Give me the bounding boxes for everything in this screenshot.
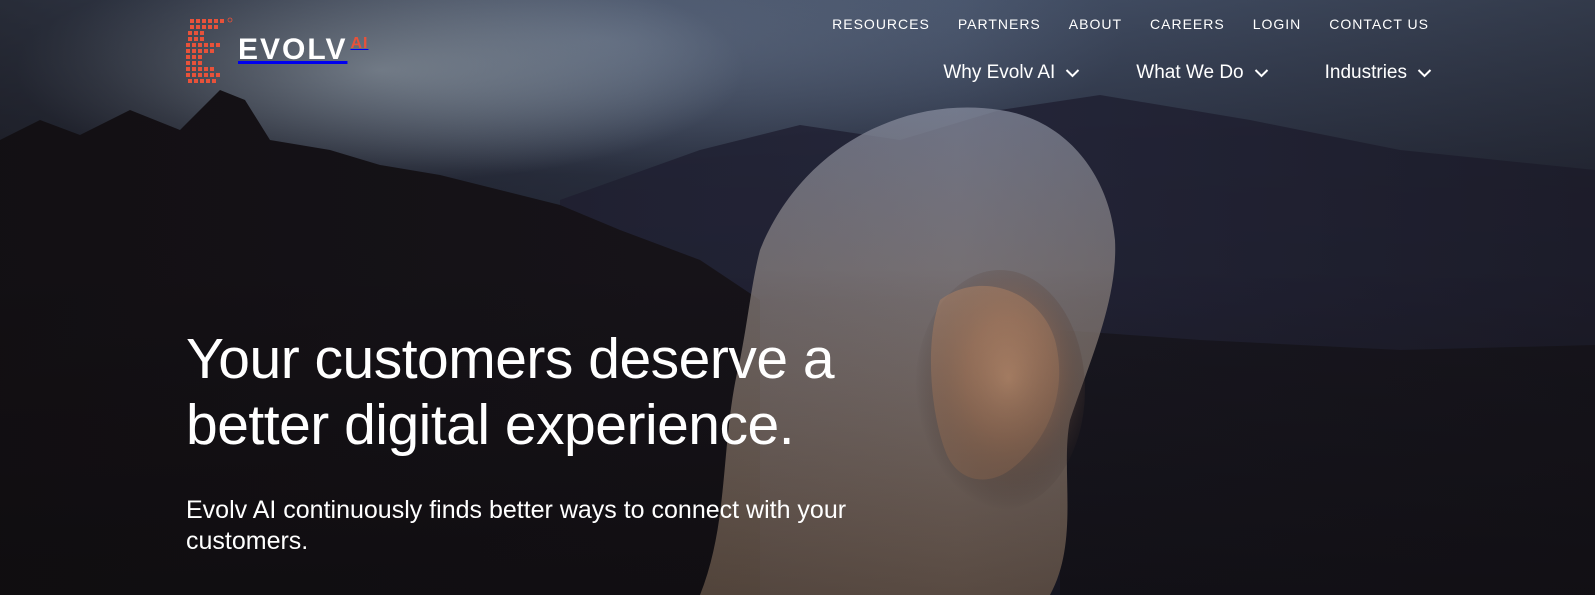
main-nav: Why Evolv AI What We Do Industries [943,62,1432,84]
nav-resources-link[interactable]: RESOURCES [832,16,930,32]
hero-subheadline-line-2: customers. [186,527,309,555]
nav-partners-link[interactable]: PARTNERS [958,16,1041,32]
nav-industries-dropdown[interactable]: Industries [1325,62,1432,84]
nav-about-link[interactable]: ABOUT [1069,16,1122,32]
hero-headline: Your customers deserve a better digital … [186,326,886,458]
chevron-down-icon [1066,69,1080,78]
nav-contact-us-link[interactable]: CONTACT US [1329,16,1429,32]
utility-nav: RESOURCES PARTNERS ABOUT CAREERS LOGIN C… [832,16,1429,32]
logo-wordmark: EVOLV AI [238,33,368,67]
hero-headline-line-2: better digital experience. [186,393,795,457]
evolv-logo-icon [186,17,233,83]
hero-subheadline-line-1: Evolv AI continuously finds better ways … [186,496,847,524]
nav-industries-label: Industries [1324,62,1407,83]
hero-section: EVOLV AI RESOURCES PARTNERS ABOUT CAREER… [0,0,1595,595]
nav-login-link[interactable]: LOGIN [1253,16,1302,32]
brand-logo[interactable]: EVOLV AI [186,16,368,86]
nav-why-evolv-ai-label: Why Evolv AI [943,62,1056,83]
chevron-down-icon [1254,69,1268,78]
nav-what-we-do-dropdown[interactable]: What We Do [1136,62,1268,84]
chevron-down-icon [1417,69,1432,78]
logo-text: EVOLV [238,33,348,66]
hero-subheadline: Evolv AI continuously finds better ways … [186,495,946,557]
nav-what-we-do-label: What We Do [1136,62,1244,83]
logo-ai-suffix: AI [350,35,369,52]
hero-headline-line-1: Your customers deserve a [186,327,835,391]
nav-careers-link[interactable]: CAREERS [1150,16,1225,32]
nav-why-evolv-ai-dropdown[interactable]: Why Evolv AI [943,62,1080,84]
